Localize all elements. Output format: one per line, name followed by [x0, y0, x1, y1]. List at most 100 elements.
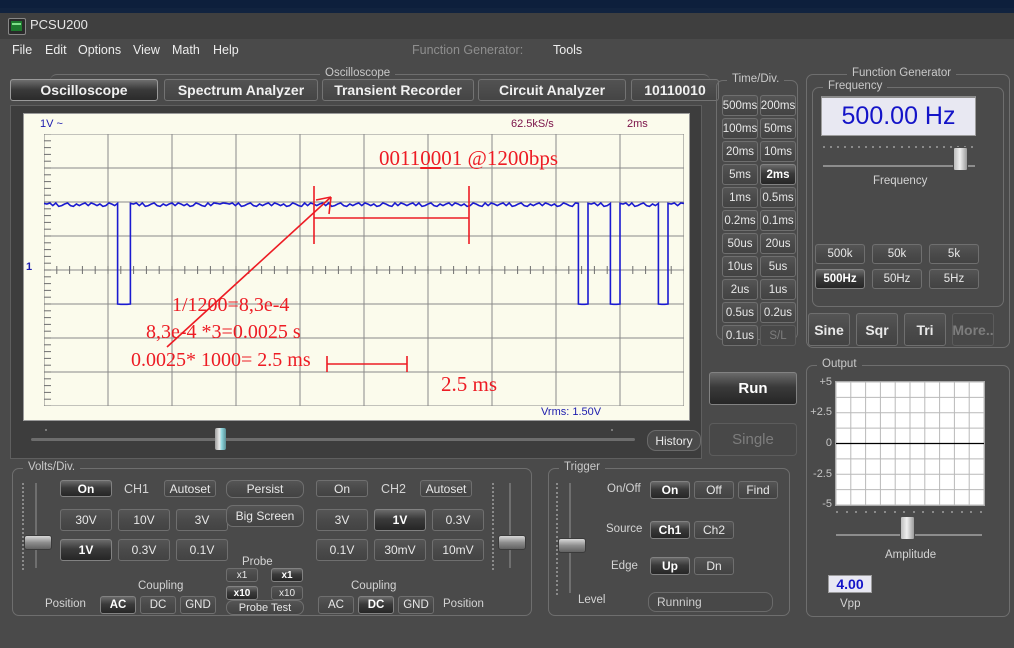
- time-div-05us[interactable]: 0.5us: [722, 302, 758, 323]
- time-div-01ms[interactable]: 0.1ms: [760, 210, 796, 231]
- ch1-range-30V[interactable]: 30V: [60, 509, 112, 531]
- ch2-probe-x10[interactable]: x10: [271, 586, 303, 600]
- ch1-probe-x1[interactable]: x1: [226, 568, 258, 582]
- ch1-range-1V[interactable]: 1V: [60, 539, 112, 561]
- frequency-range-500Hz[interactable]: 500Hz: [815, 269, 865, 289]
- vpp-display[interactable]: 4.00: [828, 575, 872, 593]
- trigger-edge-up[interactable]: Up: [650, 557, 690, 575]
- time-div-05ms[interactable]: 0.5ms: [760, 187, 796, 208]
- ch2-position-slider[interactable]: [508, 483, 512, 568]
- menu-item-tools[interactable]: Tools: [553, 43, 582, 57]
- time-div-1ms[interactable]: 1ms: [722, 187, 758, 208]
- trigger-edge-dn[interactable]: Dn: [694, 557, 734, 575]
- waveform-sqr[interactable]: Sqr: [856, 313, 898, 346]
- time-div-2ms[interactable]: 2ms: [760, 164, 796, 185]
- trigger-onoff-on[interactable]: On: [650, 481, 690, 499]
- ch2-range-10mV[interactable]: 10mV: [432, 539, 484, 561]
- tab-circuit-analyzer[interactable]: Circuit Analyzer: [478, 79, 626, 101]
- time-div-01us[interactable]: 0.1us: [722, 325, 758, 346]
- probe-test-button[interactable]: Probe Test: [226, 600, 304, 615]
- ch2-range-30mV[interactable]: 30mV: [374, 539, 426, 561]
- time-div-50us[interactable]: 50us: [722, 233, 758, 254]
- trigger-level-slider[interactable]: [568, 483, 572, 593]
- ch1-position-slider[interactable]: [34, 483, 38, 568]
- time-div-SL[interactable]: S/L: [760, 325, 796, 346]
- waveform-tri[interactable]: Tri: [904, 313, 946, 346]
- ch1-coupling-DC[interactable]: DC: [140, 596, 176, 614]
- ch1-position-thumb[interactable]: [24, 535, 52, 550]
- tab-10110010[interactable]: 10110010: [631, 79, 719, 101]
- waveform-more[interactable]: More..: [952, 313, 994, 346]
- ch1-autoset-button[interactable]: Autoset: [164, 480, 216, 497]
- persist-button[interactable]: Persist: [226, 480, 304, 498]
- frequency-range-500k[interactable]: 500k: [815, 244, 865, 264]
- ch2-range-3V[interactable]: 3V: [316, 509, 368, 531]
- run-button[interactable]: Run: [709, 372, 797, 405]
- menu-item-function-generator[interactable]: Function Generator:: [412, 43, 523, 57]
- frequency-slider-thumb[interactable]: [953, 147, 968, 171]
- time-div-5us[interactable]: 5us: [760, 256, 796, 277]
- ch1-probe-x10[interactable]: x10: [226, 586, 258, 600]
- ch2-range-1V[interactable]: 1V: [374, 509, 426, 531]
- time-div-100ms[interactable]: 100ms: [722, 118, 758, 139]
- ch2-coupling-DC[interactable]: DC: [358, 596, 394, 614]
- ch2-probe-x1[interactable]: x1: [271, 568, 303, 582]
- big-screen-button[interactable]: Big Screen: [226, 505, 304, 527]
- time-div-2us[interactable]: 2us: [722, 279, 758, 300]
- frequency-slider[interactable]: [823, 155, 975, 177]
- ch2-coupling-GND[interactable]: GND: [398, 596, 434, 614]
- frequency-range-5Hz[interactable]: 5Hz: [929, 269, 979, 289]
- trigger-onoff-off[interactable]: Off: [694, 481, 734, 499]
- frequency-range-50k[interactable]: 50k: [872, 244, 922, 264]
- menu-item-options[interactable]: Options: [78, 43, 121, 57]
- ch2-range-03V[interactable]: 0.3V: [432, 509, 484, 531]
- ch2-autoset-button[interactable]: Autoset: [420, 480, 472, 497]
- time-div-5ms[interactable]: 5ms: [722, 164, 758, 185]
- time-div-20ms[interactable]: 20ms: [722, 141, 758, 162]
- trigger-level-thumb[interactable]: [558, 538, 586, 553]
- oscilloscope-screen[interactable]: 1V ~ 62.5kS/s 2ms 1 Vrms: 1.50V: [23, 113, 690, 421]
- amplitude-slider-thumb[interactable]: [900, 516, 915, 540]
- ch1-coupling-GND[interactable]: GND: [180, 596, 216, 614]
- trigger-onoff-label: On/Off: [607, 483, 641, 495]
- ch1-range-01V[interactable]: 0.1V: [176, 539, 228, 561]
- trigger-onoff-find[interactable]: Find: [738, 481, 778, 499]
- ch1-coupling-AC[interactable]: AC: [100, 596, 136, 614]
- time-div-10us[interactable]: 10us: [722, 256, 758, 277]
- ch2-position-thumb[interactable]: [498, 535, 526, 550]
- time-div-10ms[interactable]: 10ms: [760, 141, 796, 162]
- time-div-50ms[interactable]: 50ms: [760, 118, 796, 139]
- tab-transient-recorder[interactable]: Transient Recorder: [322, 79, 474, 101]
- trigger-source-ch2[interactable]: Ch2: [694, 521, 734, 539]
- history-button[interactable]: History: [647, 430, 701, 451]
- ch1-range-03V[interactable]: 0.3V: [118, 539, 170, 561]
- time-div-500ms[interactable]: 500ms: [722, 95, 758, 116]
- frequency-display[interactable]: 500.00 Hz: [821, 96, 976, 136]
- ch2-range-01V[interactable]: 0.1V: [316, 539, 368, 561]
- menu-item-math[interactable]: Math: [172, 43, 200, 57]
- frequency-range-5k[interactable]: 5k: [929, 244, 979, 264]
- waveform-sine[interactable]: Sine: [808, 313, 850, 346]
- menu-item-edit[interactable]: Edit: [45, 43, 67, 57]
- scrollbar-thumb[interactable]: [215, 428, 226, 450]
- menu-item-file[interactable]: File: [12, 43, 32, 57]
- tab-spectrum-analyzer[interactable]: Spectrum Analyzer: [164, 79, 318, 101]
- ch2-coupling-AC[interactable]: AC: [318, 596, 354, 614]
- ch1-range-10V[interactable]: 10V: [118, 509, 170, 531]
- single-button[interactable]: Single: [709, 423, 797, 456]
- time-div-02us[interactable]: 0.2us: [760, 302, 796, 323]
- time-div-02ms[interactable]: 0.2ms: [722, 210, 758, 231]
- scope-horizontal-scrollbar[interactable]: [23, 428, 643, 450]
- ch1-range-3V[interactable]: 3V: [176, 509, 228, 531]
- ch1-on-button[interactable]: On: [60, 480, 112, 497]
- time-div-200ms[interactable]: 200ms: [760, 95, 796, 116]
- ch2-on-button[interactable]: On: [316, 480, 368, 497]
- tab-oscilloscope[interactable]: Oscilloscope: [10, 79, 158, 101]
- frequency-range-50Hz[interactable]: 50Hz: [872, 269, 922, 289]
- menu-item-help[interactable]: Help: [213, 43, 239, 57]
- time-div-1us[interactable]: 1us: [760, 279, 796, 300]
- trigger-source-ch1[interactable]: Ch1: [650, 521, 690, 539]
- amplitude-slider[interactable]: [836, 524, 982, 546]
- menu-item-view[interactable]: View: [133, 43, 160, 57]
- time-div-20us[interactable]: 20us: [760, 233, 796, 254]
